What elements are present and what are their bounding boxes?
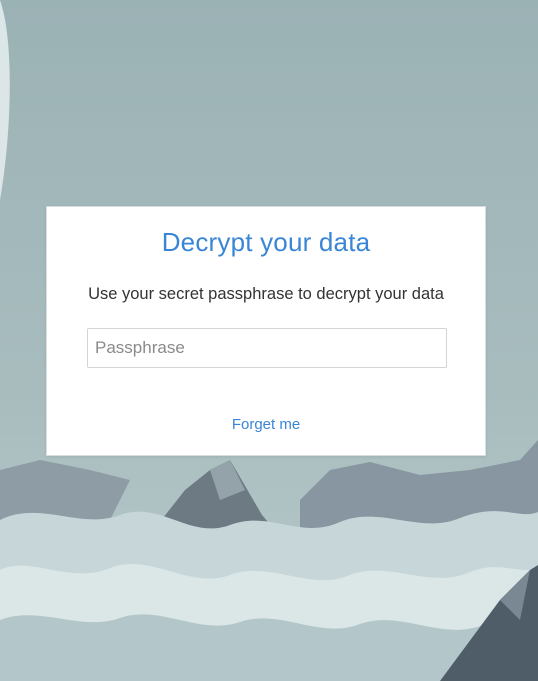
dialog-subtitle: Use your secret passphrase to decrypt yo… bbox=[88, 285, 444, 303]
passphrase-input[interactable] bbox=[87, 328, 447, 368]
dialog-title: Decrypt your data bbox=[161, 227, 371, 257]
forget-me-link[interactable]: Forget me bbox=[47, 416, 485, 433]
decrypt-dialog: Decrypt your data Use your secret passph… bbox=[46, 206, 486, 456]
